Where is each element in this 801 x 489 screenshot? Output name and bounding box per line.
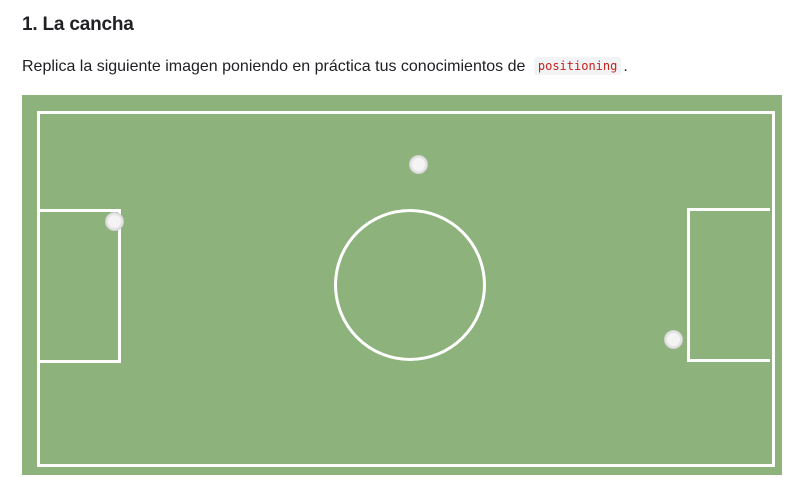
right-penalty-box <box>687 208 770 362</box>
exercise-page: 1. La cancha Replica la siguiente imagen… <box>0 0 801 489</box>
instructions-text: Replica la siguiente imagen poniendo en … <box>22 58 526 75</box>
instructions-end: . <box>623 58 628 75</box>
ball-top <box>409 155 428 174</box>
soccer-field <box>22 95 782 475</box>
ball-right <box>664 330 683 349</box>
ball-left <box>105 212 124 231</box>
instructions-paragraph: Replica la siguiente imagen poniendo en … <box>22 56 628 78</box>
left-penalty-box <box>38 209 121 363</box>
page-title: 1. La cancha <box>22 14 134 35</box>
inline-code: positioning <box>533 57 622 75</box>
center-circle <box>334 209 486 361</box>
